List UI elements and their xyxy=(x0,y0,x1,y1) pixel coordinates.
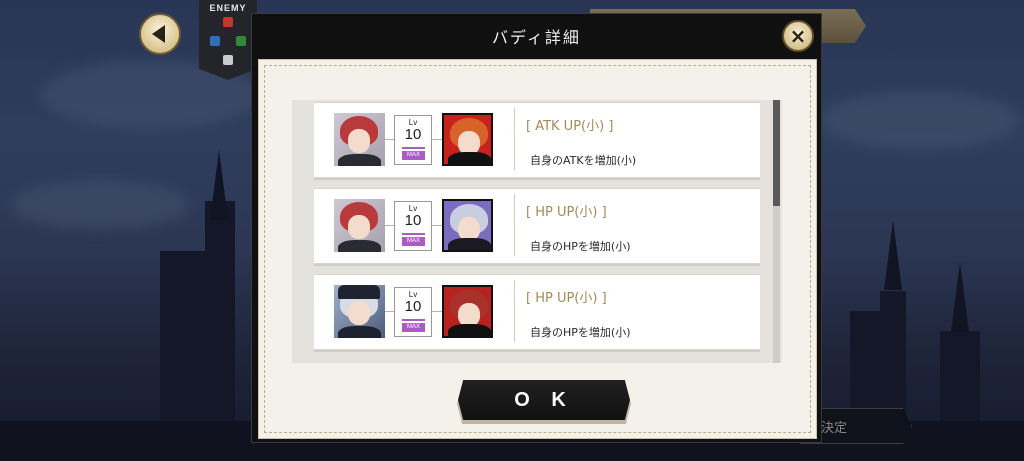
back-arrow-icon xyxy=(152,25,165,43)
enemy-attribute-icon xyxy=(223,17,233,27)
buddy-portrait-partner xyxy=(442,285,493,338)
buddy-portrait-partner xyxy=(442,113,493,166)
close-icon: × xyxy=(789,24,807,48)
level-value: 10 xyxy=(404,126,422,143)
buddy-row: Lv 10 MAX [ HP UP(小) ] 自身のHPを増加(小) xyxy=(314,274,760,350)
max-badge: MAX xyxy=(402,323,425,332)
enemy-attribute-icon xyxy=(236,36,246,46)
enemy-attribute-icon xyxy=(223,55,233,65)
buddy-portrait-self xyxy=(334,199,385,252)
enemy-attribute-icon xyxy=(210,36,220,46)
buddy-level-box: Lv 10 MAX xyxy=(394,287,432,337)
ok-label: O K xyxy=(514,388,574,411)
buddy-row: Lv 10 MAX [ HP UP(小) ] 自身のHPを増加(小) xyxy=(314,188,760,264)
skill-name: [ HP UP(小) ] xyxy=(526,291,607,306)
buddy-portrait-partner xyxy=(442,199,493,252)
enemy-label: ENEMY xyxy=(209,3,247,13)
buddy-level-box: Lv 10 MAX xyxy=(394,201,432,251)
buddy-row: Lv 10 MAX [ ATK UP(小) ] 自身のATKを増加(小) xyxy=(314,102,760,178)
skill-description: 自身のHPを増加(小) xyxy=(530,326,631,339)
enemy-indicator: ENEMY xyxy=(199,0,257,80)
buddy-portrait-self xyxy=(334,285,385,338)
max-badge: MAX xyxy=(402,237,425,246)
level-value: 10 xyxy=(404,212,422,229)
buddy-portrait-self xyxy=(334,113,385,166)
modal-title: バディ詳細 xyxy=(492,28,581,47)
buddy-detail-modal: バディ詳細 × Lv 10 MAX [ATK UP(小)] 自身のATKを増… xyxy=(251,13,822,443)
skill-name: [ HP UP(小) ] xyxy=(526,205,607,220)
buddy-level-box: Lv 10 MAX xyxy=(394,115,432,165)
back-button[interactable] xyxy=(139,13,181,55)
skill-description: 自身のATKを増加(小) xyxy=(530,154,637,167)
scrollbar-thumb[interactable] xyxy=(773,100,780,206)
close-button[interactable]: × xyxy=(782,20,814,52)
ok-button[interactable]: O K xyxy=(458,380,630,420)
buddy-list[interactable]: Lv 10 MAX [ ATK UP(小) ] 自身のATKを増加(小) Lv … xyxy=(292,100,782,363)
skill-description: 自身のHPを増加(小) xyxy=(530,240,631,253)
level-value: 10 xyxy=(404,298,422,315)
max-badge: MAX xyxy=(402,151,425,160)
modal-content-panel: Lv 10 MAX [ ATK UP(小) ] 自身のATKを増加(小) Lv … xyxy=(258,59,817,439)
skill-name: [ ATK UP(小) ] xyxy=(526,119,614,134)
